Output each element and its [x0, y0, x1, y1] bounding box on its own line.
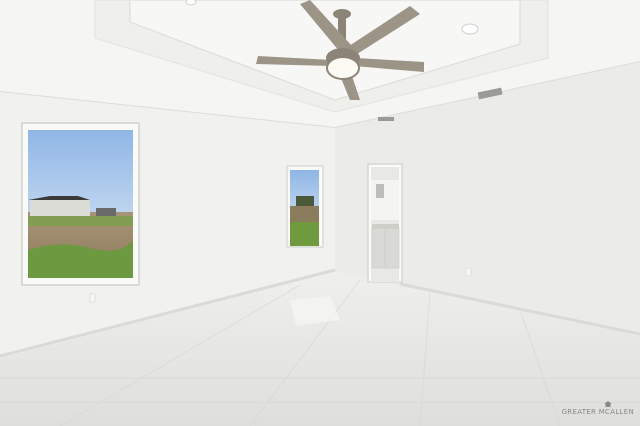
house-logo-icon — [604, 401, 612, 407]
fan-light — [326, 56, 360, 80]
wall-outlet-right — [465, 267, 472, 277]
watermark: GREATER MCALLEN — [561, 408, 634, 416]
left-window — [21, 122, 140, 286]
ceiling-vent-left — [378, 117, 394, 121]
middle-window — [286, 165, 324, 248]
recessed-light-right — [461, 23, 479, 35]
wall-outlet-left — [89, 293, 96, 303]
room-illustration — [0, 0, 640, 426]
doorway — [367, 163, 403, 283]
room-photo: GREATER MCALLEN — [0, 0, 640, 426]
recessed-light-left — [185, 0, 197, 6]
